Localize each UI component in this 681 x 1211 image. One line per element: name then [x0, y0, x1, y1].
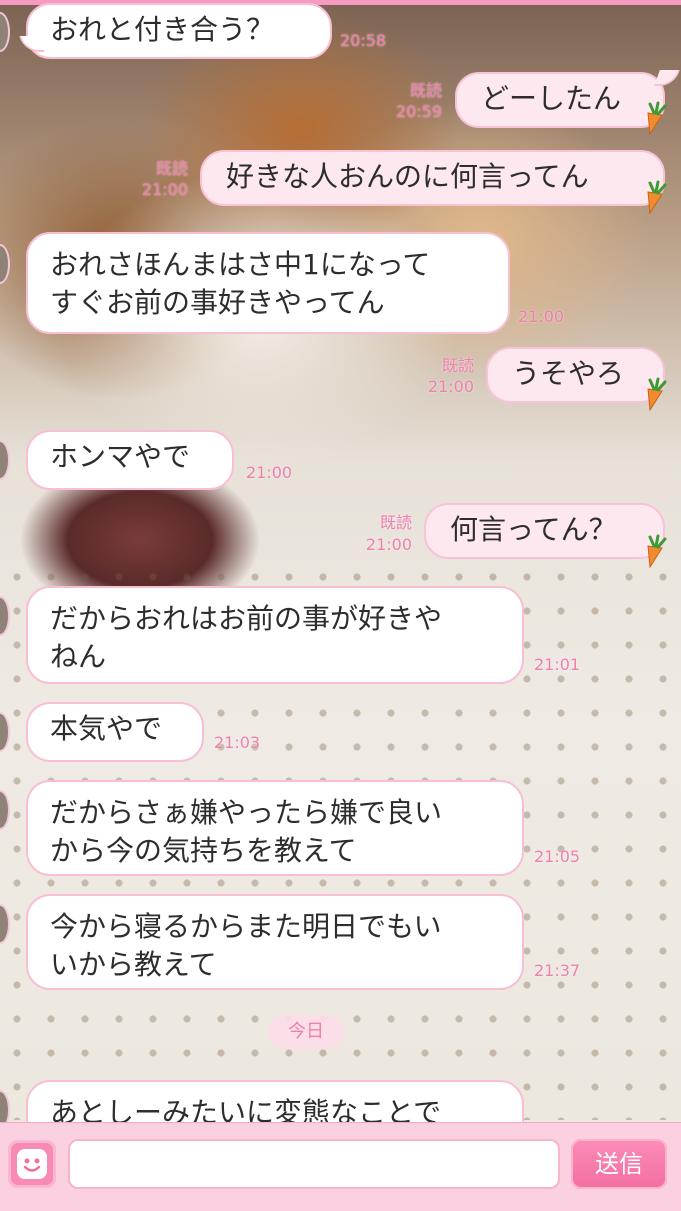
message-text-line: だからおれはお前の事が好きや — [50, 602, 443, 635]
message-bubble-outgoing[interactable]: うそやろ — [486, 347, 665, 403]
message-text: ホンマやで — [50, 440, 191, 473]
send-button[interactable]: 送信 — [571, 1139, 667, 1189]
message-text: 好きな人おんのに何言ってん — [226, 160, 589, 193]
emoji-button[interactable] — [8, 1140, 56, 1188]
message-text-line: いから教えて — [50, 948, 217, 981]
message-bubble-incoming[interactable]: だからおれはお前の事が好きや ねん — [26, 586, 524, 684]
message-text-line: だからさぁ嫌やったら嫌で良い — [50, 796, 443, 829]
message-input[interactable] — [68, 1139, 560, 1189]
message-bubble-incoming[interactable]: おれと付き合う？ — [26, 3, 332, 59]
carrot-icon — [647, 180, 667, 214]
date-divider: 今日 — [268, 1015, 344, 1049]
read-receipt: 既読 — [379, 513, 412, 532]
message-text: おれと付き合う？ — [50, 13, 275, 46]
message-bubble-incoming[interactable]: 今から寝るからまた明日でもい いから教えて — [26, 894, 524, 990]
message-time: 21:05 — [534, 847, 581, 866]
message-bubble-outgoing[interactable]: 何言ってん？ — [424, 503, 665, 559]
message-time: 20:58 — [340, 31, 387, 50]
message-bubble-outgoing[interactable]: どーしたん — [455, 72, 665, 128]
message-time: 20:59 — [395, 102, 442, 121]
message-text-line: すぐお前の事好きやってん — [50, 286, 385, 319]
message-bubble-incoming[interactable]: ホンマやで — [26, 430, 234, 490]
message-time: 21:00 — [518, 307, 565, 326]
message-time: 21:01 — [534, 655, 581, 674]
message-bubble-incoming[interactable]: 本気やで — [26, 702, 204, 762]
message-text: うそやろ — [512, 357, 625, 390]
message-time: 21:03 — [214, 733, 261, 752]
carrot-icon — [647, 534, 667, 568]
carrot-icon — [647, 377, 667, 411]
carrot-icon — [647, 101, 667, 135]
message-text-line: ねん — [50, 640, 107, 673]
message-bubble-incoming[interactable]: だからさぁ嫌やったら嫌で良い から今の気持ちを教えて — [26, 780, 524, 876]
smiley-icon — [17, 1149, 47, 1179]
message-time: 21:00 — [365, 535, 412, 554]
message-text: 本気やで — [50, 712, 163, 745]
chat-screen: おれと付き合う？ 20:58 既読 20:59 どーしたん 既読 21:00 好… — [0, 0, 681, 1211]
message-text-line: から今の気持ちを教えて — [50, 834, 357, 867]
message-bubble-outgoing[interactable]: 好きな人おんのに何言ってん — [200, 150, 665, 206]
message-compose-bar: 送信 — [0, 1122, 681, 1211]
message-bubble-incoming[interactable]: おれさほんまはさ中1になって すぐお前の事好きやってん — [26, 232, 510, 334]
message-text: 何言ってん？ — [450, 513, 617, 546]
message-text-line: おれさほんまはさ中1になって — [50, 248, 431, 281]
read-receipt: 既読 — [409, 81, 442, 100]
message-text-line: 今から寝るからまた明日でもい — [50, 910, 442, 943]
read-receipt: 既読 — [441, 356, 474, 375]
message-text: どーしたん — [481, 82, 622, 115]
message-time: 21:00 — [246, 463, 293, 482]
message-time: 21:37 — [534, 961, 581, 980]
message-time: 21:00 — [141, 180, 188, 199]
read-receipt: 既読 — [155, 159, 188, 178]
message-time: 21:00 — [427, 377, 474, 396]
